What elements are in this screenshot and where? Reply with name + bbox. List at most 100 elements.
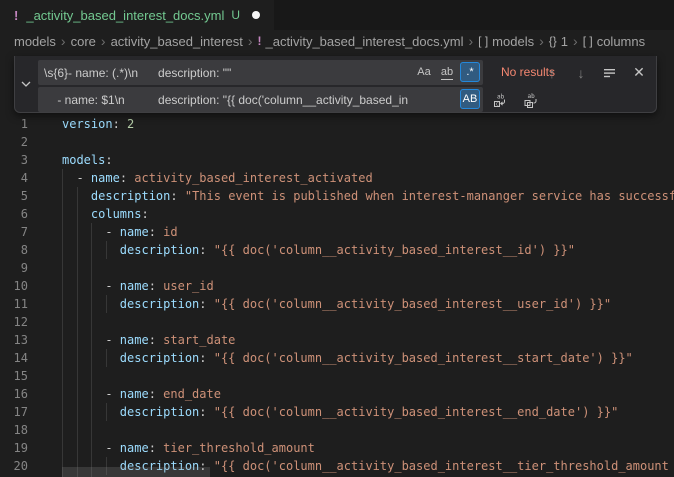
code-token: :: [141, 207, 148, 221]
find-in-selection-button[interactable]: [601, 64, 619, 82]
replace-input[interactable]: [38, 87, 483, 112]
code-line[interactable]: columns:: [62, 205, 674, 223]
line-number[interactable]: 7: [0, 223, 28, 241]
whole-word-toggle[interactable]: ab: [437, 62, 457, 82]
code-token: end_date: [163, 387, 221, 401]
code-token: "{{ doc('column__activity_based_interest…: [214, 297, 611, 311]
breadcrumb-item[interactable]: {}1: [549, 34, 568, 49]
breadcrumb-separator: ›: [534, 33, 549, 49]
code-line[interactable]: [62, 367, 674, 385]
line-number[interactable]: 17: [0, 403, 28, 421]
line-number[interactable]: 5: [0, 187, 28, 205]
code-line[interactable]: - name: user_id: [62, 277, 674, 295]
breadcrumb-label: columns: [597, 34, 645, 49]
next-match-button[interactable]: ↓: [572, 65, 590, 81]
modified-dot-icon[interactable]: [252, 11, 260, 19]
code-token: :: [199, 405, 213, 419]
code-token: "{{ doc('column__activity_based_interest…: [214, 351, 633, 365]
replace-options: AB: [460, 89, 480, 109]
regex-toggle[interactable]: .*: [460, 62, 480, 82]
code-token: "{{ doc('column__activity_based_interest…: [214, 459, 669, 473]
horizontal-scrollbar[interactable]: [62, 467, 210, 477]
code-line[interactable]: - name: activity_based_interest_activate…: [62, 169, 674, 187]
breadcrumb-label: 1: [561, 34, 568, 49]
code-token: version: [62, 117, 113, 131]
line-number[interactable]: 14: [0, 349, 28, 367]
code-token: [62, 297, 120, 311]
line-number[interactable]: 3: [0, 151, 28, 169]
breadcrumb-separator: ›: [243, 33, 258, 49]
line-number[interactable]: 19: [0, 439, 28, 457]
code-token: -: [62, 441, 120, 455]
line-number[interactable]: 2: [0, 133, 28, 151]
svg-text:ab: ab: [497, 93, 505, 100]
line-number[interactable]: 16: [0, 385, 28, 403]
code-line[interactable]: description: "{{ doc('column__activity_b…: [62, 241, 674, 259]
code-line[interactable]: - name: start_date: [62, 331, 674, 349]
svg-text:c: c: [496, 101, 499, 107]
line-number[interactable]: 12: [0, 313, 28, 331]
line-number[interactable]: 8: [0, 241, 28, 259]
line-number[interactable]: 13: [0, 331, 28, 349]
code-line[interactable]: description: "This event is published wh…: [62, 187, 674, 205]
replace-button[interactable]: ab c: [491, 91, 509, 109]
replace-all-button[interactable]: ab: [522, 91, 540, 109]
code-token: description: [120, 297, 199, 311]
previous-match-button[interactable]: ↑: [543, 65, 561, 81]
code-token: user_id: [163, 279, 214, 293]
preserve-case-toggle[interactable]: AB: [460, 89, 480, 109]
code-token: 2: [127, 117, 134, 131]
git-status-badge: U: [231, 8, 240, 22]
code-line[interactable]: version: 2: [62, 115, 674, 133]
find-replace-widget: Aa ab .* No results ↑ ↓ ✕ AB: [14, 56, 657, 113]
code-line[interactable]: [62, 421, 674, 439]
code-token: name: [120, 387, 149, 401]
line-number-gutter: 1234567891011121314151617181920: [0, 115, 28, 475]
breadcrumb-label: models: [492, 34, 534, 49]
breadcrumb-item[interactable]: core: [71, 34, 96, 49]
line-number[interactable]: 4: [0, 169, 28, 187]
code-line[interactable]: description: "{{ doc('column__activity_b…: [62, 349, 674, 367]
code-line[interactable]: - name: end_date: [62, 385, 674, 403]
code-token: [62, 189, 91, 203]
line-number[interactable]: 1: [0, 115, 28, 133]
toggle-replace-button[interactable]: [15, 56, 36, 112]
code-line[interactable]: - name: id: [62, 223, 674, 241]
code-token: columns: [91, 207, 142, 221]
code-token: [62, 207, 91, 221]
line-number[interactable]: 20: [0, 457, 28, 475]
code-token: id: [163, 225, 177, 239]
line-number[interactable]: 11: [0, 295, 28, 313]
breadcrumb-separator: ›: [463, 33, 478, 49]
line-number[interactable]: 18: [0, 421, 28, 439]
code-token: name: [120, 225, 149, 239]
breadcrumb-item[interactable]: models: [14, 34, 56, 49]
breadcrumb-item[interactable]: !_activity_based_interest_docs.yml: [257, 34, 463, 49]
code-line[interactable]: - name: tier_threshold_amount: [62, 439, 674, 457]
replace-buttons: ab c ab: [491, 87, 540, 112]
code-line[interactable]: models:: [62, 151, 674, 169]
breadcrumb-item[interactable]: activity_based_interest: [111, 34, 243, 49]
match-case-toggle[interactable]: Aa: [414, 62, 434, 82]
code-line[interactable]: [62, 313, 674, 331]
line-number[interactable]: 9: [0, 259, 28, 277]
code-token: [62, 243, 120, 257]
symbol-array-icon: [ ]: [478, 34, 488, 48]
code-line[interactable]: [62, 133, 674, 151]
breadcrumb-separator: ›: [56, 33, 71, 49]
line-number[interactable]: 10: [0, 277, 28, 295]
replace-icon: ab c: [492, 92, 508, 108]
breadcrumb-item[interactable]: [ ] models: [478, 34, 534, 49]
code-token: tier_threshold_amount: [163, 441, 315, 455]
code-token: :: [149, 225, 163, 239]
line-number[interactable]: 15: [0, 367, 28, 385]
breadcrumb-item[interactable]: [ ]columns: [583, 34, 645, 49]
close-find-widget-button[interactable]: ✕: [630, 64, 648, 81]
code-token: description: [91, 189, 170, 203]
code-line[interactable]: description: "{{ doc('column__activity_b…: [62, 403, 674, 421]
code-token: description: [120, 351, 199, 365]
code-line[interactable]: description: "{{ doc('column__activity_b…: [62, 295, 674, 313]
code-line[interactable]: [62, 259, 674, 277]
editor-tab[interactable]: ! _activity_based_interest_docs.yml U: [0, 0, 274, 30]
line-number[interactable]: 6: [0, 205, 28, 223]
